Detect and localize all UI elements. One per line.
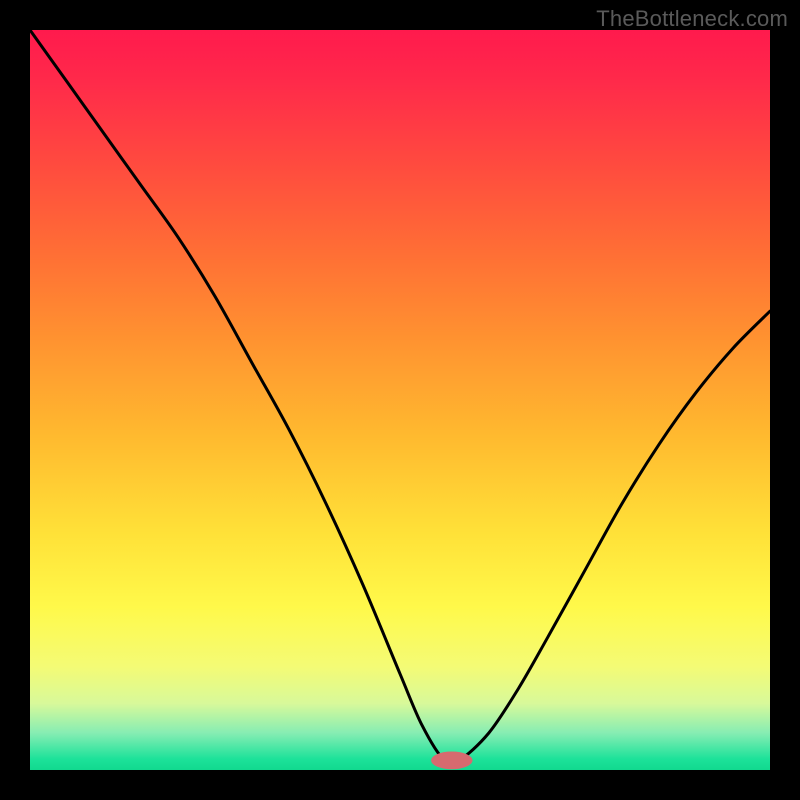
chart-svg [30,30,770,770]
gradient-background [30,30,770,770]
plot-area [30,30,770,770]
attribution-label: TheBottleneck.com [596,6,788,32]
chart-stage: TheBottleneck.com [0,0,800,800]
minimum-marker [431,752,472,770]
